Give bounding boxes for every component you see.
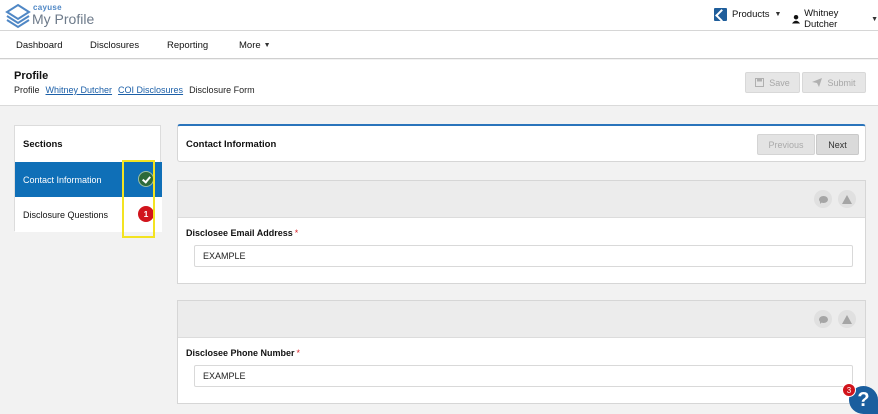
question-label-text: Disclosee Phone Number: [186, 348, 295, 358]
products-menu[interactable]: Products ▼: [714, 8, 781, 21]
question-header: [178, 301, 865, 338]
breadcrumb-current: Disclosure Form: [189, 85, 255, 95]
warning-icon[interactable]: [838, 190, 856, 208]
products-icon: [714, 8, 727, 21]
products-label: Products: [732, 9, 770, 20]
user-name: Whitney Dutcher: [804, 8, 839, 30]
breadcrumb-profile: Profile: [14, 85, 40, 95]
nav-more[interactable]: More ▼: [239, 40, 271, 51]
app-title: My Profile: [32, 11, 95, 27]
required-marker: *: [296, 348, 301, 358]
help-count-badge: 3: [842, 383, 856, 397]
cayuse-logo-icon[interactable]: [5, 3, 31, 29]
phone-field[interactable]: [194, 365, 853, 387]
nav-reporting[interactable]: Reporting: [167, 40, 208, 51]
chevron-down-icon: ▼: [774, 11, 782, 18]
question-email: Disclosee Email Address *: [177, 180, 866, 284]
send-icon: [812, 78, 823, 87]
page-header: Profile Profile Whitney Dutcher COI Disc…: [0, 60, 878, 106]
chevron-down-icon: ▼: [871, 15, 878, 23]
form-section-header: Contact Information Previous Next: [177, 124, 866, 162]
question-label-text: Disclosee Email Address: [186, 228, 293, 238]
save-label: Save: [769, 77, 790, 88]
save-icon: [755, 78, 765, 87]
section-label: Disclosure Questions: [23, 210, 109, 220]
nav-disclosures[interactable]: Disclosures: [90, 40, 139, 51]
next-button[interactable]: Next: [816, 134, 859, 155]
submit-button[interactable]: Submit: [802, 72, 866, 93]
section-disclosure-questions[interactable]: Disclosure Questions 1: [15, 197, 162, 232]
question-header: [178, 181, 865, 218]
user-icon: [792, 14, 801, 24]
nav-dashboard[interactable]: Dashboard: [16, 40, 62, 51]
form-section-title: Contact Information: [186, 139, 277, 150]
page-title: Profile: [14, 70, 49, 82]
breadcrumb: Profile Whitney Dutcher COI Disclosures …: [14, 85, 255, 95]
error-count-badge: 1: [138, 206, 154, 222]
section-label: Contact Information: [23, 175, 102, 185]
question-label: Disclosee Email Address *: [186, 228, 298, 238]
warning-icon[interactable]: [838, 310, 856, 328]
section-contact-information[interactable]: Contact Information: [15, 162, 162, 197]
comment-icon[interactable]: [814, 310, 832, 328]
check-icon: [138, 171, 154, 187]
breadcrumb-user-link[interactable]: Whitney Dutcher: [46, 85, 113, 95]
chevron-down-icon: ▼: [263, 42, 271, 49]
main-nav: Dashboard Disclosures Reporting More ▼: [0, 31, 878, 59]
comment-icon[interactable]: [814, 190, 832, 208]
sections-title: Sections: [23, 139, 63, 150]
user-menu[interactable]: Whitney Dutcher ▼: [792, 8, 878, 30]
save-button[interactable]: Save: [745, 72, 800, 93]
breadcrumb-coi-link[interactable]: COI Disclosures: [118, 85, 183, 95]
nav-more-label: More: [239, 40, 261, 51]
sections-panel: Sections Contact Information Disclosure …: [14, 125, 162, 232]
question-phone: Disclosee Phone Number *: [177, 300, 866, 404]
email-field[interactable]: [194, 245, 853, 267]
submit-label: Submit: [827, 77, 856, 88]
required-marker: *: [294, 228, 299, 238]
question-label: Disclosee Phone Number *: [186, 348, 300, 358]
top-bar: cayuse My Profile Products ▼ Whitney Dut…: [0, 0, 878, 31]
previous-button[interactable]: Previous: [757, 134, 815, 155]
